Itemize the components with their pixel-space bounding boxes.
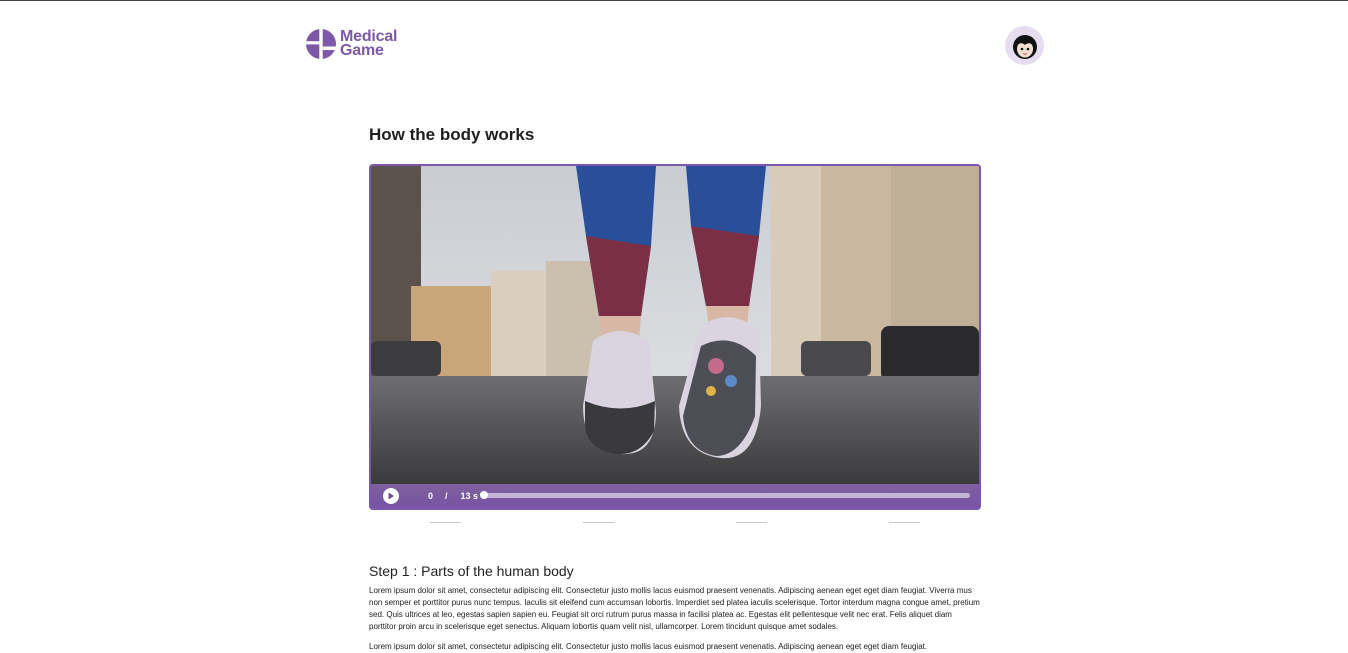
play-button[interactable] xyxy=(383,488,399,504)
step-indicator[interactable] xyxy=(889,522,920,523)
video-player[interactable]: 0 / 13 s xyxy=(369,164,981,510)
medical-game-logo-icon xyxy=(305,28,337,60)
logo-line-2: Game xyxy=(340,42,384,59)
step-title: Step 1 : Parts of the human body xyxy=(369,563,574,579)
step-indicators xyxy=(0,522,1348,524)
video-frame-image xyxy=(371,166,979,508)
video-duration: 13 s xyxy=(460,491,479,501)
play-icon xyxy=(388,492,394,500)
logo-text: Medical Game xyxy=(340,29,397,59)
seek-bar[interactable] xyxy=(480,491,970,499)
seek-handle[interactable] xyxy=(480,491,488,499)
time-separator: / xyxy=(445,491,448,501)
logo[interactable]: Medical Game xyxy=(305,28,397,60)
step-indicator[interactable] xyxy=(430,522,461,523)
step-indicator[interactable] xyxy=(583,522,614,523)
user-avatar-icon xyxy=(1012,34,1037,59)
video-controls: 0 / 13 s xyxy=(371,484,979,508)
current-time: 0 xyxy=(428,491,434,501)
step-paragraph: Lorem ipsum dolor sit amet, consectetur … xyxy=(369,586,980,631)
page-title: How the body works xyxy=(369,125,535,144)
step-paragraph: Lorem ipsum dolor sit amet, consectetur … xyxy=(369,642,928,651)
step-indicator[interactable] xyxy=(736,522,767,523)
avatar[interactable] xyxy=(1005,26,1044,65)
